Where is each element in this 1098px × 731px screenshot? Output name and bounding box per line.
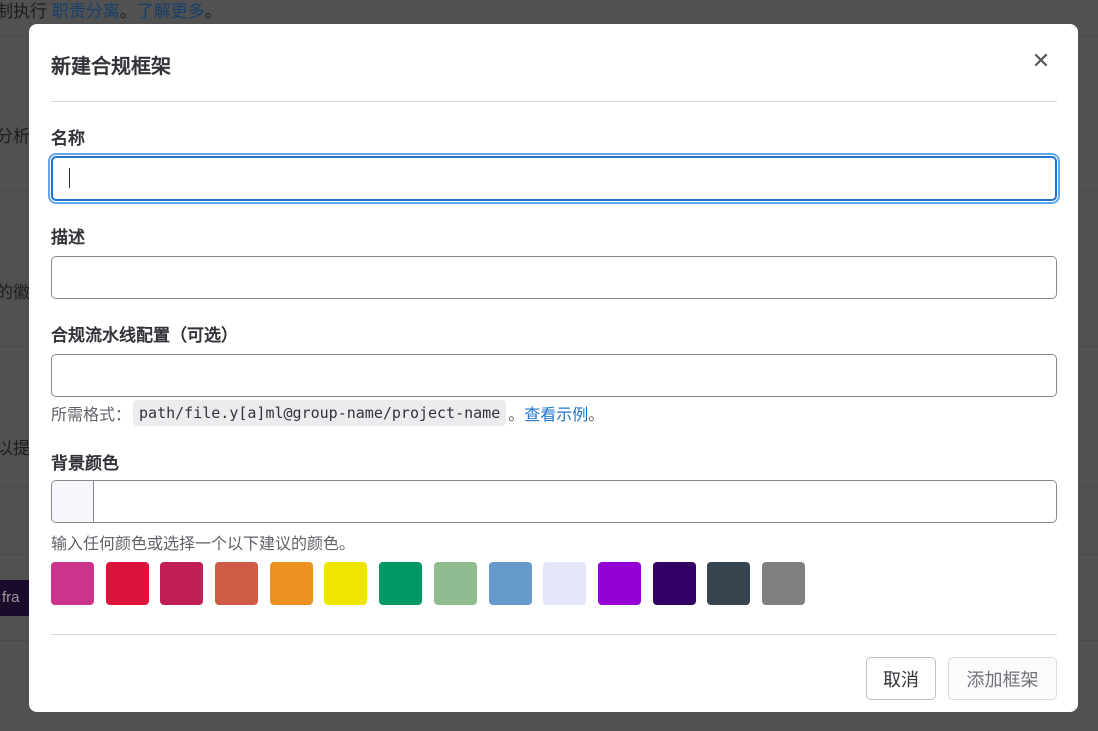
color-swatch[interactable] [597,562,641,605]
pipeline-help: 所需格式： path/file.y[a]ml@group-name/projec… [51,400,604,426]
color-help: 输入任何颜色或选择一个以下建议的颜色。 [51,536,356,553]
name-label: 名称 [51,129,85,148]
color-swatch[interactable] [379,562,423,605]
color-swatch[interactable] [761,562,805,605]
footer-divider [51,634,1057,635]
view-example-link[interactable]: 查看示例 [524,401,588,425]
text-caret [69,168,70,188]
color-swatch[interactable] [543,562,587,605]
modal-title: 新建合规框架 [51,56,171,78]
close-icon[interactable]: ✕ [1029,49,1053,73]
pipeline-label: 合规流水线配置（可选） [51,326,238,345]
description-input[interactable] [51,256,1057,299]
color-label: 背景颜色 [51,454,119,473]
color-preview[interactable] [52,481,94,522]
color-swatch[interactable] [215,562,259,605]
color-swatch[interactable] [160,562,204,605]
color-swatch[interactable] [488,562,532,605]
color-swatch[interactable] [652,562,696,605]
color-swatch[interactable] [105,562,149,605]
header-divider [51,101,1057,102]
color-swatch[interactable] [707,562,751,605]
background-badge: fra [0,580,30,616]
add-framework-button[interactable]: 添加框架 [948,657,1057,700]
cancel-button[interactable]: 取消 [866,657,936,700]
color-swatch[interactable] [433,562,477,605]
color-swatch[interactable] [324,562,368,605]
format-code: path/file.y[a]ml@group-name/project-name [133,400,507,426]
pipeline-config-input[interactable] [51,354,1057,397]
suggested-colors [51,562,805,605]
background-fragment: 以提 [0,439,30,458]
color-swatch[interactable] [269,562,313,605]
background-fragment: 的徽 [0,283,30,302]
new-compliance-framework-modal: 新建合规框架 ✕ 名称 描述 合规流水线配置（可选） 所需格式： path/fi… [29,24,1078,712]
name-input[interactable] [51,156,1057,201]
description-label: 描述 [51,228,85,247]
background-text: 制执行 职责分离。了解更多。 [0,2,222,21]
color-swatch[interactable] [51,562,94,605]
background-fragment: 分析 [0,127,30,146]
color-input[interactable] [51,480,1057,523]
